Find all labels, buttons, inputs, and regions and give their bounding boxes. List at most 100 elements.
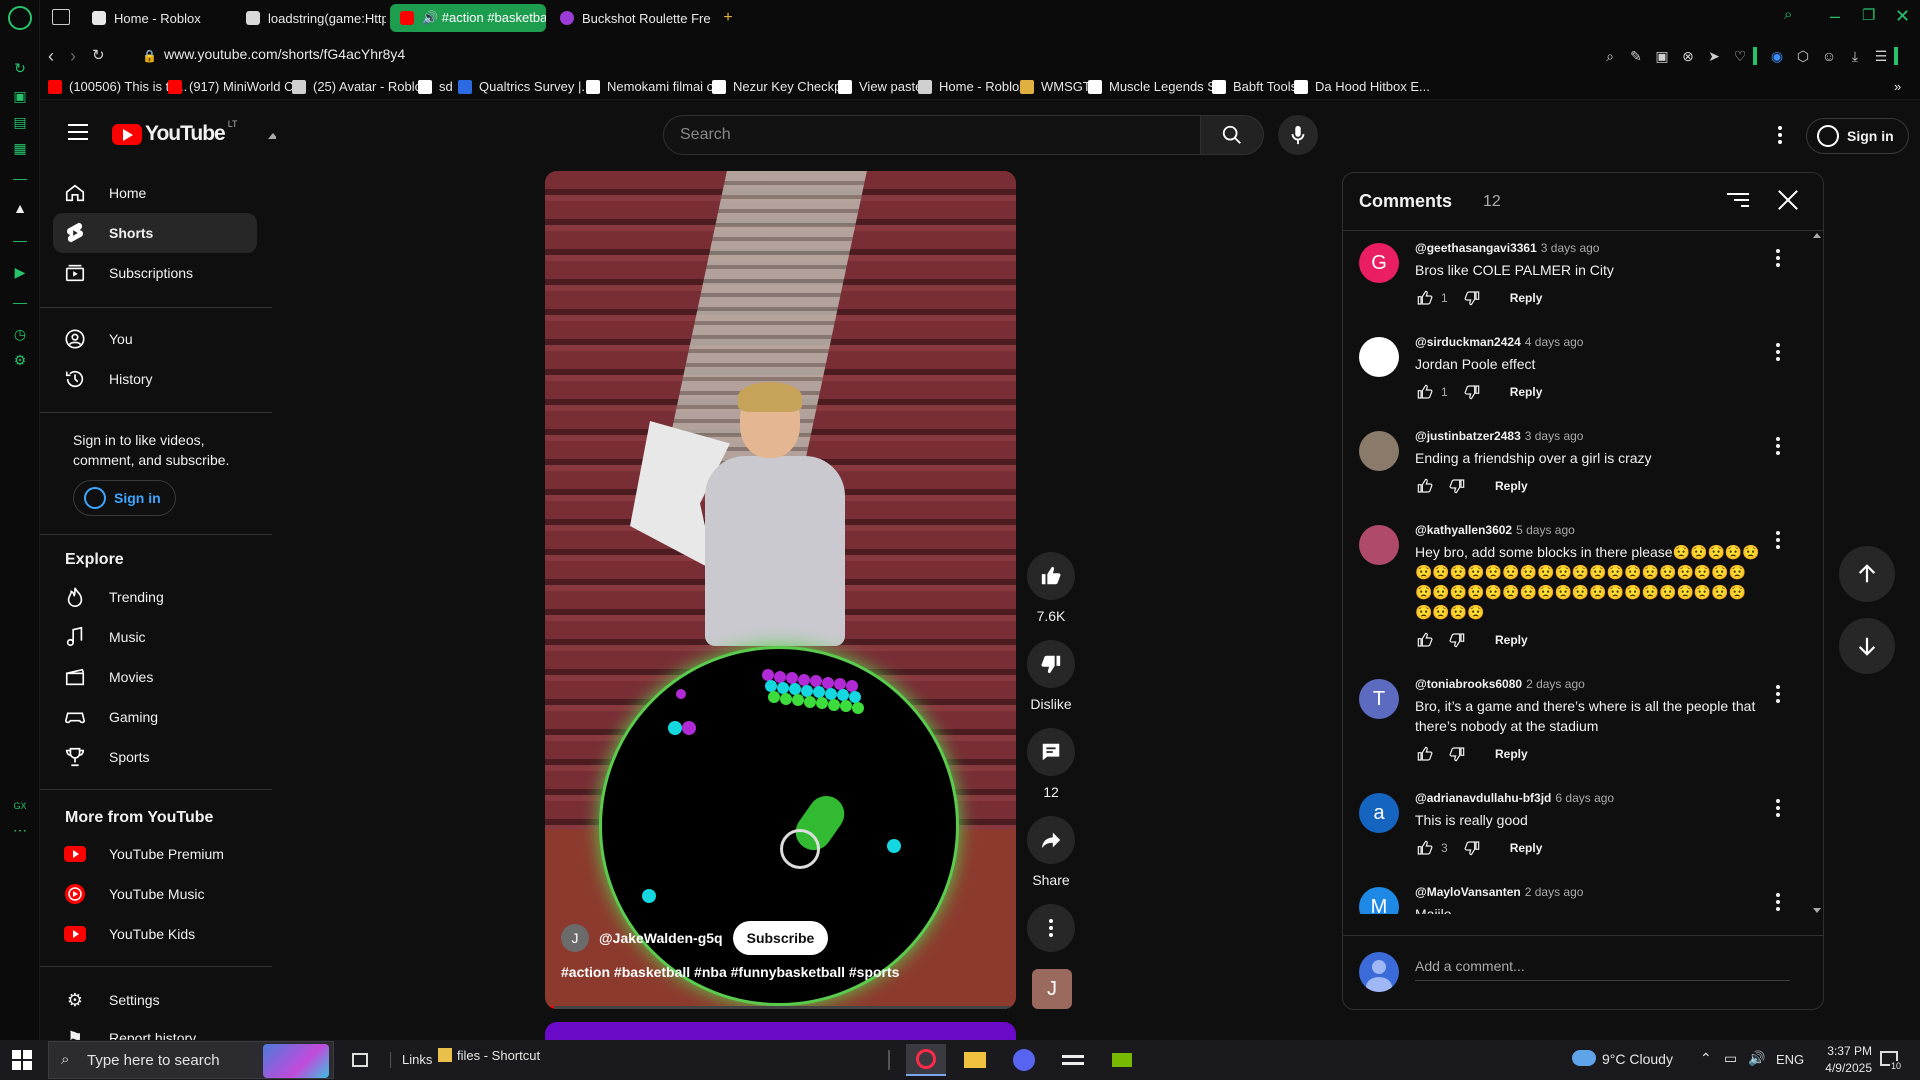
comment-author[interactable]: @geethasangavi3361 [1415, 241, 1537, 255]
sidebar-item-sports[interactable]: Sports [53, 737, 257, 777]
channel-handle[interactable]: @JakeWalden-g5q [599, 930, 723, 946]
clock-time[interactable]: 3:37 PM [1814, 1044, 1872, 1058]
sort-icon[interactable] [1727, 191, 1749, 209]
comment-like-icon[interactable] [1415, 476, 1435, 496]
channel-avatar[interactable]: J [561, 924, 589, 952]
comment-reply-button[interactable]: Reply [1495, 747, 1528, 761]
comment-time[interactable]: 2 days ago [1526, 677, 1585, 691]
sidebar-item-music[interactable]: Music [53, 617, 257, 657]
comment-time[interactable]: 3 days ago [1525, 429, 1584, 443]
sidebar-item-subscriptions[interactable]: Subscriptions [53, 253, 257, 293]
search-input[interactable]: Search [663, 115, 1201, 155]
comment-dislike-icon[interactable] [1447, 744, 1467, 764]
sidebar-item-youtube-premium[interactable]: YouTube Premium [53, 834, 257, 874]
comment-dislike-icon[interactable] [1462, 838, 1482, 858]
comment-time[interactable]: 6 days ago [1555, 791, 1614, 805]
like-button[interactable] [1027, 552, 1075, 600]
sidebar-item-history[interactable]: History [53, 359, 257, 399]
share-button[interactable] [1027, 816, 1075, 864]
bookmark-item[interactable]: Home - Roblox [918, 79, 1026, 94]
comment-like-icon[interactable] [1415, 744, 1435, 764]
scroll-up-icon[interactable] [1813, 233, 1821, 238]
bookmark-item[interactable]: Muscle Legends S... [1088, 79, 1227, 94]
opera-logo-icon[interactable] [8, 6, 32, 30]
reload-icon[interactable]: ↻ [92, 46, 105, 66]
block-ads-icon[interactable]: ⊗ [1679, 47, 1697, 65]
forward-icon[interactable]: › [70, 46, 76, 66]
lock-icon[interactable]: 🔒 [142, 46, 157, 66]
back-icon[interactable]: ‹ [48, 46, 54, 66]
comment-reply-button[interactable]: Reply [1495, 633, 1528, 647]
comment-reply-button[interactable]: Reply [1510, 385, 1543, 399]
language-indicator[interactable]: ENG [1776, 1052, 1804, 1067]
menu-icon[interactable]: ☰ [1872, 47, 1890, 65]
edit-icon[interactable]: ✎ [1627, 47, 1645, 65]
comments-action[interactable]: 12 [1027, 728, 1075, 800]
subscribe-button[interactable]: Subscribe [732, 921, 829, 955]
comment-avatar[interactable] [1359, 431, 1399, 471]
share-action[interactable]: Share [1027, 816, 1075, 888]
sidebar-item-you[interactable]: You [53, 319, 257, 359]
volume-icon[interactable]: 🔊 [1748, 1050, 1765, 1067]
comment-time[interactable]: 5 days ago [1516, 523, 1575, 537]
twitch-icon[interactable]: ▤ [12, 114, 28, 130]
comment-avatar[interactable]: G [1359, 243, 1399, 283]
comment-author[interactable]: @MayloVansanten [1415, 885, 1521, 899]
scroll-down-icon[interactable] [1813, 908, 1821, 913]
comment-dislike-icon[interactable] [1462, 382, 1482, 402]
scroll-up-icon[interactable] [268, 133, 276, 139]
comment-like-icon[interactable] [1415, 630, 1435, 650]
bookmark-item[interactable]: (25) Avatar - Roblox [292, 79, 428, 94]
gx-icon[interactable]: GX [12, 798, 28, 814]
header-sign-in-button[interactable]: Sign in [1806, 118, 1909, 154]
add-comment-input[interactable]: Add a comment... [1415, 958, 1525, 974]
sidebar-item-trending[interactable]: Trending [53, 577, 257, 617]
bookmark-item[interactable]: Da Hood Hitbox E... [1294, 79, 1430, 94]
comment-reply-button[interactable]: Reply [1510, 291, 1543, 305]
messenger-icon[interactable]: ▦ [12, 140, 28, 156]
taskbar-search-input[interactable]: ⌕ Type here to search [48, 1041, 334, 1079]
comment-time[interactable]: 4 days ago [1525, 335, 1584, 349]
settings-gear-icon[interactable]: ⚙ [12, 352, 28, 368]
player-icon[interactable]: ▶ [12, 264, 28, 280]
comment-avatar[interactable] [1359, 525, 1399, 565]
comment-avatar[interactable]: a [1359, 793, 1399, 833]
refresh-ring-icon[interactable]: ↻ [12, 60, 28, 76]
short-hashtags[interactable]: #action #basketball #nba #funnybasketbal… [561, 964, 899, 980]
taskbar-nvidia[interactable] [1102, 1044, 1142, 1076]
bookmarks-overflow-icon[interactable]: » [1894, 79, 1901, 94]
comments-button[interactable] [1027, 728, 1075, 776]
maximize-icon[interactable]: ❐ [1862, 6, 1875, 24]
sidebar-item-settings[interactable]: ⚙ Settings [53, 980, 257, 1020]
search-button[interactable] [1200, 115, 1264, 155]
more-actions[interactable] [1027, 904, 1075, 952]
zoom-icon[interactable]: ⌕ [1601, 47, 1619, 65]
bookmark-item[interactable]: (917) MiniWorld C... [168, 79, 304, 94]
files-shortcut[interactable]: files - Shortcut [457, 1048, 540, 1063]
windows-start-icon[interactable] [12, 1050, 32, 1070]
comment-dislike-icon[interactable] [1462, 288, 1482, 308]
history-clock-icon[interactable]: ◷ [12, 326, 28, 342]
send-icon[interactable]: ➤ [1705, 47, 1723, 65]
clock-date[interactable]: 4/9/2025 [1810, 1061, 1872, 1075]
video-progress-bar[interactable] [545, 1006, 1016, 1009]
chevron-up-icon[interactable]: ⌃ [1700, 1050, 1712, 1067]
comment-more-icon[interactable] [1776, 531, 1780, 549]
dislike-button[interactable] [1027, 640, 1075, 688]
comment-like-icon[interactable] [1415, 838, 1435, 858]
dislike-action[interactable]: Dislike [1027, 640, 1075, 712]
youtube-logo[interactable]: YouTube LT [112, 119, 238, 146]
close-comments-icon[interactable] [1775, 187, 1801, 213]
tab-loadstring[interactable]: loadstring(game:HttpGet( [236, 4, 386, 32]
hamburger-menu-icon[interactable] [68, 124, 88, 140]
comment-author[interactable]: @adrianavdullahu-bf3jd [1415, 791, 1551, 805]
comment-author[interactable]: @justinbatzer2483 [1415, 429, 1521, 443]
short-video-player[interactable]: J @JakeWalden-g5q Subscribe #action #bas… [545, 171, 1016, 1009]
vpn-icon[interactable]: ◉ [1768, 47, 1786, 65]
profile-icon[interactable]: ☺ [1820, 47, 1838, 65]
sidebar-item-youtube-kids[interactable]: YouTube Kids [53, 914, 257, 954]
tab-buckshot[interactable]: Buckshot Roulette Free D [550, 4, 710, 32]
network-icon[interactable]: ▭ [1724, 1050, 1737, 1067]
sidebar-item-youtube-music[interactable]: YouTube Music [53, 874, 257, 914]
new-tab-button[interactable]: + [716, 4, 740, 32]
